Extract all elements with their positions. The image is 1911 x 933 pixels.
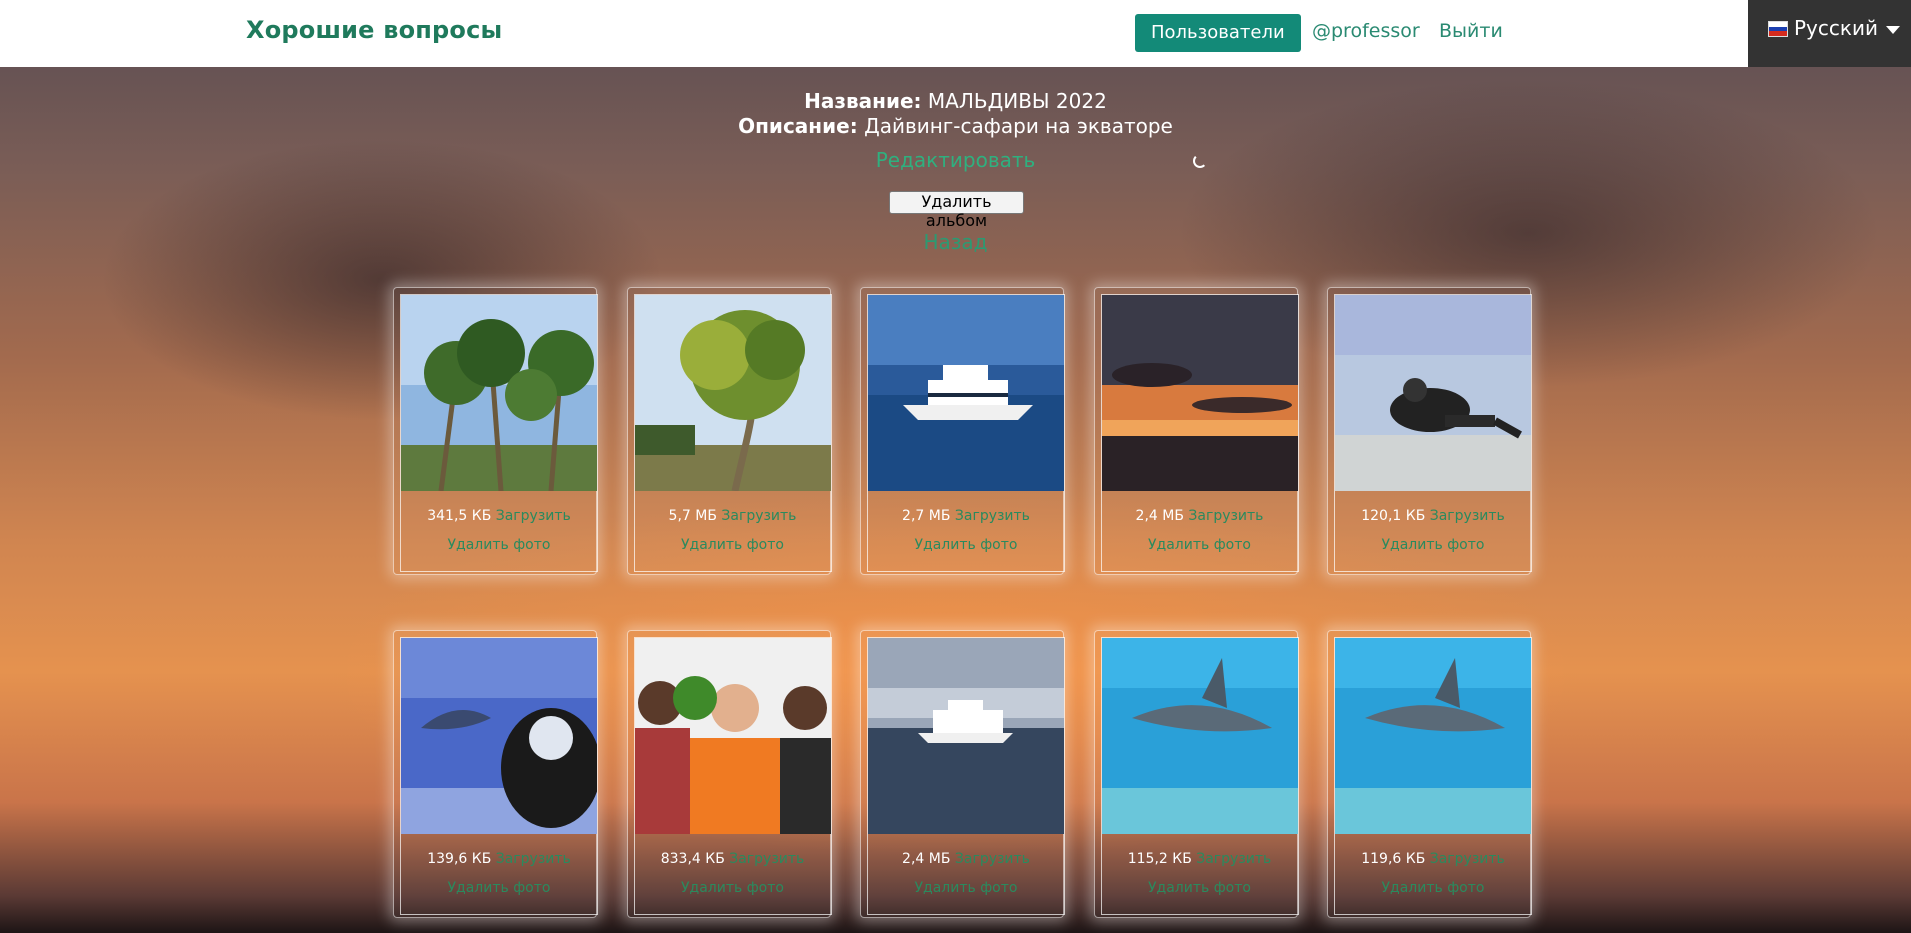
photo-card-inner: 2,7 МБ Загрузить Удалить фото — [867, 294, 1065, 572]
photo-card: 833,4 КБ Загрузить Удалить фото — [626, 630, 832, 918]
photo-thumbnail[interactable] — [1335, 295, 1531, 491]
photo-card: 120,1 КБ Загрузить Удалить фото — [1327, 287, 1532, 575]
photo-image — [1101, 295, 1298, 491]
photo-thumbnail[interactable] — [401, 638, 597, 834]
download-photo-link[interactable]: Загрузить — [721, 508, 796, 524]
photo-card-inner: 115,2 КБ Загрузить Удалить фото — [1100, 637, 1299, 915]
delete-photo-link[interactable]: Удалить фото — [1335, 880, 1531, 896]
delete-photo-link[interactable]: Удалить фото — [635, 880, 831, 896]
download-photo-link[interactable]: Загрузить — [1430, 851, 1505, 867]
photo-thumbnail[interactable] — [401, 295, 597, 491]
photo-image — [401, 638, 597, 834]
download-photo-link[interactable]: Загрузить — [1430, 508, 1505, 524]
top-navbar: Хорошие вопросы Пользователи @professor … — [0, 0, 1748, 67]
photo-image — [634, 638, 831, 834]
profile-link[interactable]: @professor — [1312, 20, 1420, 42]
photo-image — [868, 638, 1064, 834]
photo-thumbnail[interactable] — [1101, 638, 1298, 834]
download-photo-link[interactable]: Загрузить — [955, 508, 1030, 524]
photo-card-inner: 2,4 МБ Загрузить Удалить фото — [867, 637, 1065, 915]
photo-size: 120,1 КБ — [1361, 508, 1426, 524]
photo-image — [401, 295, 597, 491]
russia-flag-icon — [1768, 21, 1788, 37]
delete-photo-link[interactable]: Удалить фото — [401, 537, 597, 553]
photo-meta: 2,7 МБ Загрузить — [868, 508, 1064, 524]
photo-size: 2,4 МБ — [902, 851, 951, 867]
language-selector[interactable]: Русский — [1748, 0, 1911, 67]
photo-size: 119,6 КБ — [1361, 851, 1426, 867]
photo-meta: 119,6 КБ Загрузить — [1335, 851, 1531, 867]
delete-album-button[interactable]: Удалить альбом — [889, 191, 1024, 230]
photo-card-inner: 139,6 КБ Загрузить Удалить фото — [400, 637, 598, 915]
download-photo-link[interactable]: Загрузить — [1196, 851, 1271, 867]
photo-card: 5,7 МБ Загрузить Удалить фото — [626, 287, 832, 575]
download-photo-link[interactable]: Загрузить — [496, 508, 571, 524]
photo-card: 119,6 КБ Загрузить Удалить фото — [1327, 630, 1532, 918]
photo-meta: 139,6 КБ Загрузить — [401, 851, 597, 867]
photo-meta: 2,4 МБ Загрузить — [1102, 508, 1298, 524]
photo-card-inner: 119,6 КБ Загрузить Удалить фото — [1334, 637, 1532, 915]
photo-card: 2,4 МБ Загрузить Удалить фото — [860, 630, 1065, 918]
photo-meta: 120,1 КБ Загрузить — [1335, 508, 1531, 524]
language-label: Русский — [1794, 16, 1878, 40]
photo-image — [634, 295, 831, 491]
delete-photo-link[interactable]: Удалить фото — [868, 537, 1064, 553]
album-name: Название: МАЛЬДИВЫ 2022 — [0, 89, 1911, 113]
photo-card-inner: 341,5 КБ Загрузить Удалить фото — [400, 294, 598, 572]
photo-card: 115,2 КБ Загрузить Удалить фото — [1093, 630, 1299, 918]
photo-meta: 833,4 КБ Загрузить — [635, 851, 831, 867]
delete-photo-link[interactable]: Удалить фото — [868, 880, 1064, 896]
download-photo-link[interactable]: Загрузить — [955, 851, 1030, 867]
download-photo-link[interactable]: Загрузить — [729, 851, 804, 867]
photo-size: 341,5 КБ — [427, 508, 492, 524]
photo-thumbnail[interactable] — [634, 638, 831, 834]
album-description: Описание: Дайвинг-сафари на экваторе — [0, 114, 1911, 138]
photo-size: 2,7 МБ — [902, 508, 951, 524]
album-name-value: МАЛЬДИВЫ 2022 — [927, 89, 1107, 113]
users-button[interactable]: Пользователи — [1135, 14, 1301, 52]
photo-thumbnail[interactable] — [1101, 295, 1298, 491]
delete-photo-link[interactable]: Удалить фото — [1102, 537, 1298, 553]
photo-thumbnail[interactable] — [868, 638, 1064, 834]
photo-size: 2,4 МБ — [1135, 508, 1184, 524]
download-photo-link[interactable]: Загрузить — [496, 851, 571, 867]
photo-image — [1335, 295, 1531, 491]
delete-photo-link[interactable]: Удалить фото — [1102, 880, 1298, 896]
photo-size: 833,4 КБ — [660, 851, 725, 867]
photo-image — [1335, 638, 1531, 834]
delete-photo-link[interactable]: Удалить фото — [635, 537, 831, 553]
chevron-down-icon — [1886, 26, 1900, 34]
photo-meta: 115,2 КБ Загрузить — [1102, 851, 1298, 867]
album-description-label: Описание: — [738, 114, 858, 138]
delete-photo-link[interactable]: Удалить фото — [1335, 537, 1531, 553]
edit-album-link[interactable]: Редактировать — [0, 148, 1911, 172]
photo-meta: 5,7 МБ Загрузить — [635, 508, 831, 524]
photo-thumbnail[interactable] — [1335, 638, 1531, 834]
photo-image — [868, 295, 1064, 491]
logout-link[interactable]: Выйти — [1439, 20, 1503, 42]
album-name-label: Название: — [804, 89, 922, 113]
photo-thumbnail[interactable] — [868, 295, 1064, 491]
photo-card-inner: 2,4 МБ Загрузить Удалить фото — [1100, 294, 1299, 572]
photo-meta: 2,4 МБ Загрузить — [868, 851, 1064, 867]
back-link[interactable]: Назад — [0, 230, 1911, 254]
photo-card-inner: 833,4 КБ Загрузить Удалить фото — [633, 637, 832, 915]
photo-size: 139,6 КБ — [427, 851, 492, 867]
photo-meta: 341,5 КБ Загрузить — [401, 508, 597, 524]
photo-card-inner: 120,1 КБ Загрузить Удалить фото — [1334, 294, 1532, 572]
photo-card: 2,7 МБ Загрузить Удалить фото — [860, 287, 1065, 575]
brand-link[interactable]: Хорошие вопросы — [246, 16, 502, 44]
download-photo-link[interactable]: Загрузить — [1188, 508, 1263, 524]
photo-size: 5,7 МБ — [668, 508, 717, 524]
album-description-value: Дайвинг-сафари на экваторе — [864, 114, 1173, 138]
photo-thumbnail[interactable] — [634, 295, 831, 491]
photo-card: 139,6 КБ Загрузить Удалить фото — [393, 630, 598, 918]
delete-photo-link[interactable]: Удалить фото — [401, 880, 597, 896]
loading-spinner-icon — [1193, 154, 1207, 168]
photo-card: 341,5 КБ Загрузить Удалить фото — [393, 287, 598, 575]
photo-size: 115,2 КБ — [1127, 851, 1192, 867]
photo-card: 2,4 МБ Загрузить Удалить фото — [1093, 287, 1299, 575]
photo-image — [1101, 638, 1298, 834]
photo-card-inner: 5,7 МБ Загрузить Удалить фото — [633, 294, 832, 572]
